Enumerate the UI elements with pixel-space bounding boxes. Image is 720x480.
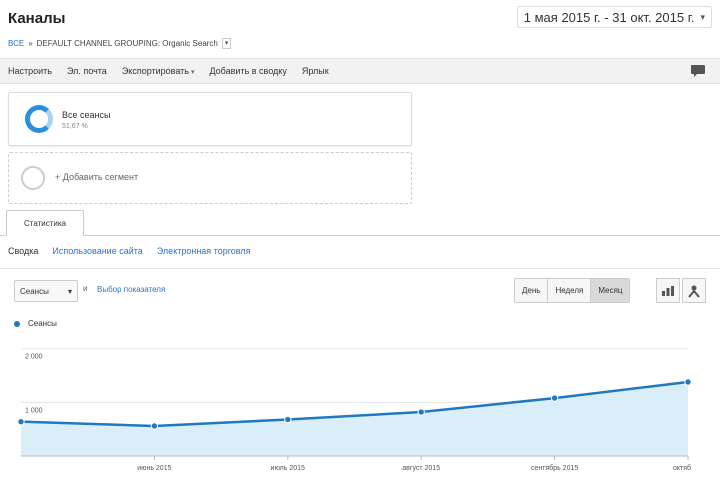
x-tick-label: июнь 2015 — [137, 465, 171, 472]
chevron-down-icon: ▾ — [700, 11, 705, 22]
date-range-picker[interactable]: 1 мая 2015 г. - 31 окт. 2015 г. ▾ — [516, 6, 712, 28]
chart-legend: Сеансы — [14, 319, 57, 328]
segment-percent: 51,67 % — [62, 123, 88, 130]
breadcrumb-root[interactable]: ВСЕ — [8, 39, 24, 48]
legend-dot — [14, 320, 20, 327]
customize-button[interactable]: Настроить — [8, 66, 52, 76]
shortcut-button[interactable]: Ярлык — [302, 66, 329, 76]
summary-link-ecommerce[interactable]: Электронная торговля — [157, 246, 251, 256]
add-segment[interactable]: + Добавить сегмент — [8, 152, 412, 204]
legend-label: Сеансы — [28, 319, 57, 328]
empty-ring-icon — [21, 166, 45, 190]
chevron-down-icon: ▾ — [67, 286, 72, 296]
x-tick-label: сентябрь 2015 — [531, 464, 578, 472]
x-tick-label: октяб — [673, 464, 691, 472]
vs-label: и — [83, 284, 88, 293]
segment-all-sessions[interactable]: Все сеансы 51,67 % — [8, 92, 412, 146]
tabs-bar: Статистика — [0, 210, 720, 236]
breadcrumb-separator: » — [28, 39, 33, 48]
motion-chart-button[interactable] — [682, 278, 706, 303]
chevron-down-icon: ▾ — [190, 69, 195, 76]
data-point — [284, 415, 292, 424]
add-segment-label: + Добавить сегмент — [55, 172, 139, 182]
y-tick-label: 2 000 — [25, 354, 43, 361]
divider — [0, 268, 720, 269]
summary-label: Сводка — [8, 246, 39, 256]
period-week-button[interactable]: Неделя — [548, 279, 592, 302]
sessions-chart: 2 000 1 000 июнь 2015 июль 2015 август 2015 с… — [17, 348, 692, 472]
metric-select[interactable]: Сеансы ▾ — [14, 280, 78, 302]
data-point — [550, 394, 559, 402]
motion-chart-icon — [688, 285, 700, 298]
x-tick-label: август 2015 — [402, 465, 440, 472]
page-title: Каналы — [8, 10, 66, 27]
add-to-dashboard-button[interactable]: Добавить в сводку — [209, 66, 286, 76]
period-day-button[interactable]: День — [515, 279, 549, 302]
line-chart-button[interactable] — [656, 278, 680, 303]
period-month-button[interactable]: Месяц — [591, 279, 630, 302]
segment-name: Все сеансы — [62, 110, 111, 120]
data-point — [17, 417, 25, 426]
data-point — [684, 378, 692, 386]
summary-line: Сводка Использование сайта Электронная т… — [8, 246, 251, 256]
metric-select-value: Сеансы — [20, 286, 49, 296]
export-label: Экспортировать — [121, 66, 189, 76]
line-chart-icon — [662, 285, 674, 296]
comment-icon[interactable] — [690, 64, 706, 78]
date-range-text: 1 мая 2015 г. - 31 окт. 2015 г. — [523, 9, 695, 25]
tab-overview[interactable]: Статистика — [6, 210, 84, 236]
period-toggle: День Неделя Месяц — [514, 278, 631, 303]
email-button[interactable]: Эл. почта — [67, 66, 107, 76]
breadcrumb-path: DEFAULT CHANNEL GROUPING: Organic Search — [36, 39, 218, 48]
export-button[interactable]: Экспортировать ▾ — [122, 66, 195, 76]
report-toolbar: Настроить Эл. почта Экспортировать ▾ Доба… — [0, 58, 720, 84]
summary-link-site-usage[interactable]: Использование сайта — [52, 246, 142, 256]
x-tick-label: июль 2015 — [271, 465, 305, 472]
y-tick-label: 1 000 — [25, 407, 43, 414]
data-point — [417, 408, 425, 416]
segment-ring-icon — [25, 105, 53, 133]
choose-metric-link[interactable]: Выбор показателя — [97, 285, 165, 294]
breadcrumb-dropdown-icon[interactable]: ▾ — [221, 38, 232, 49]
data-point — [150, 422, 159, 430]
breadcrumb: ВСЕ » DEFAULT CHANNEL GROUPING: Organic … — [8, 38, 232, 49]
